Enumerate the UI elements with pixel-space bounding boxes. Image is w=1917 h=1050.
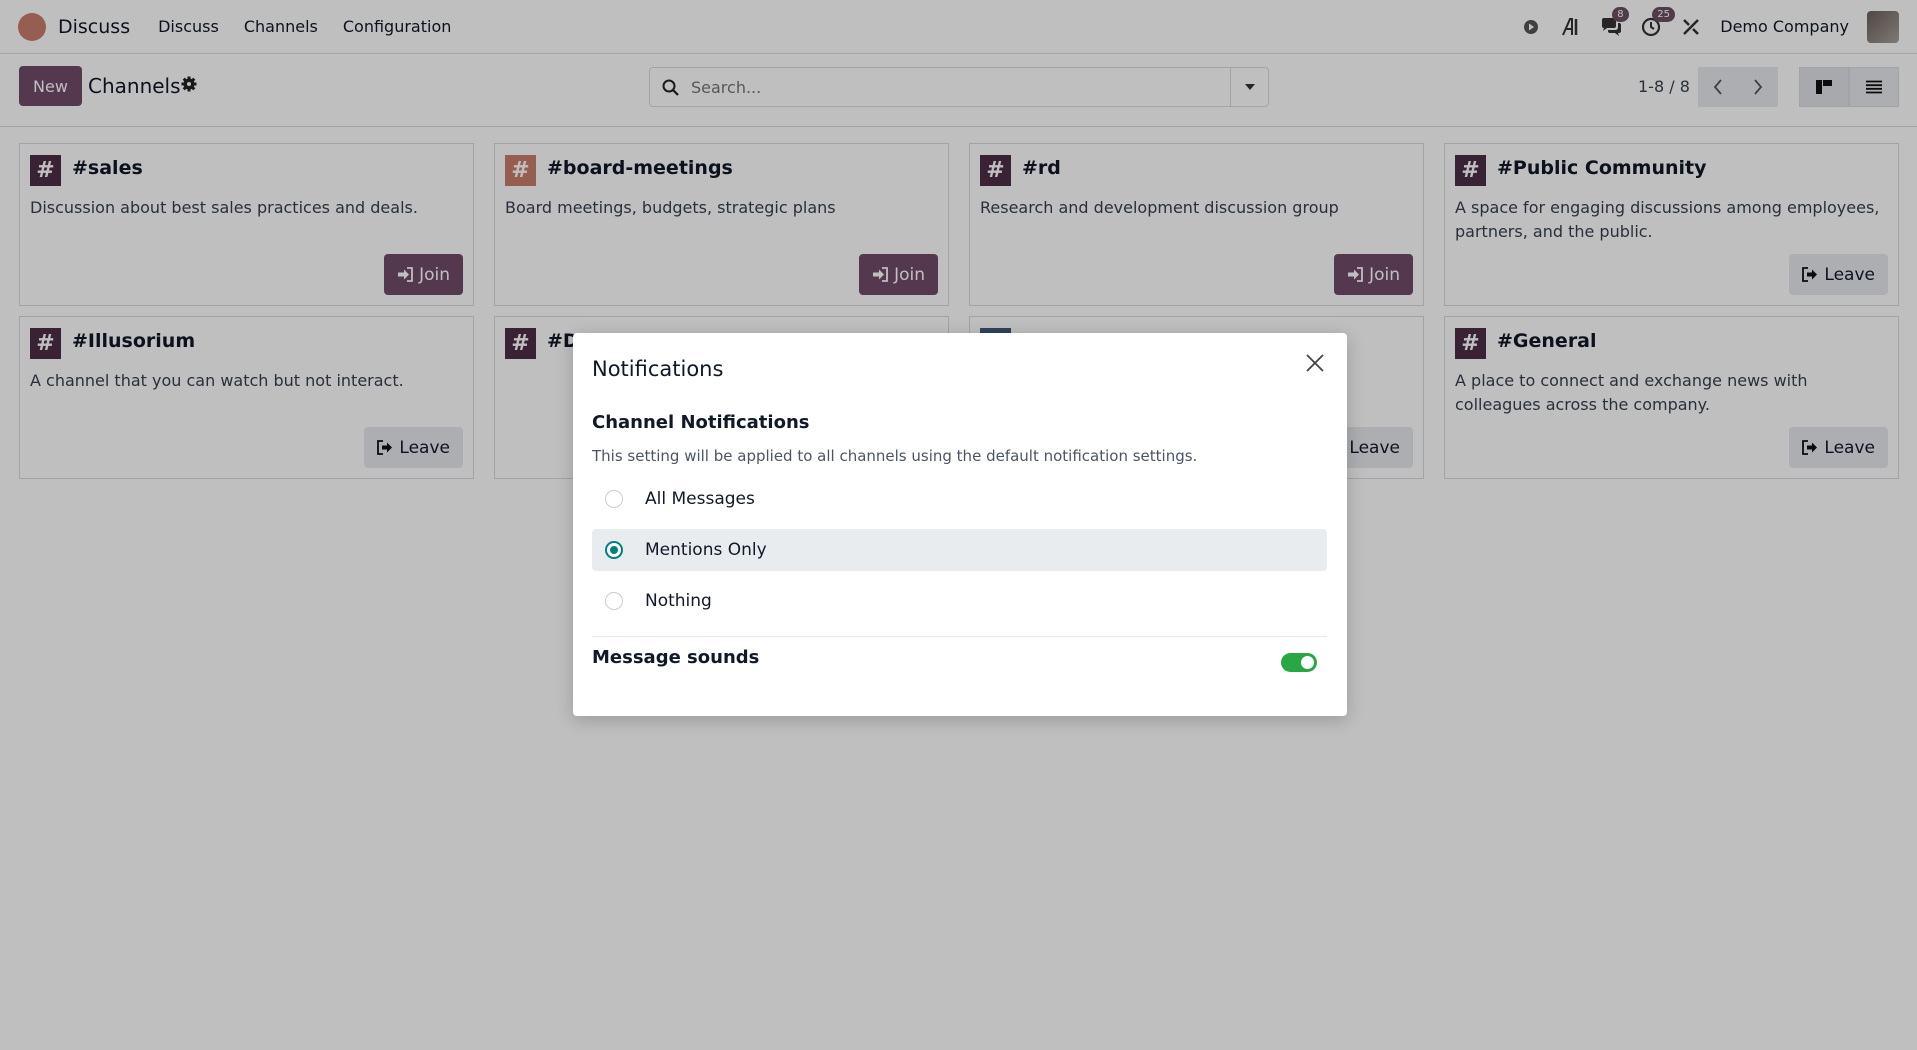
- section-title: Channel Notifications: [592, 412, 810, 433]
- message-sounds-toggle[interactable]: [1281, 653, 1317, 672]
- radio-all-messages[interactable]: [605, 490, 623, 508]
- radio-mentions-only[interactable]: [605, 541, 623, 559]
- message-sounds-label: Message sounds: [592, 647, 760, 668]
- option-mentions-only[interactable]: Mentions Only: [592, 529, 1327, 571]
- option-all-messages[interactable]: All Messages: [592, 478, 1327, 520]
- section-description: This setting will be applied to all chan…: [592, 447, 1198, 465]
- divider: [592, 636, 1327, 637]
- option-nothing[interactable]: Nothing: [592, 580, 1327, 622]
- option-label: Nothing: [645, 591, 712, 611]
- option-label: All Messages: [645, 489, 755, 509]
- dialog-title: Notifications: [592, 357, 724, 381]
- close-button[interactable]: [1301, 349, 1329, 377]
- radio-nothing[interactable]: [605, 592, 623, 610]
- close-icon: [1306, 354, 1324, 372]
- notifications-dialog: Notifications Channel Notifications This…: [573, 333, 1347, 716]
- option-label: Mentions Only: [645, 540, 767, 560]
